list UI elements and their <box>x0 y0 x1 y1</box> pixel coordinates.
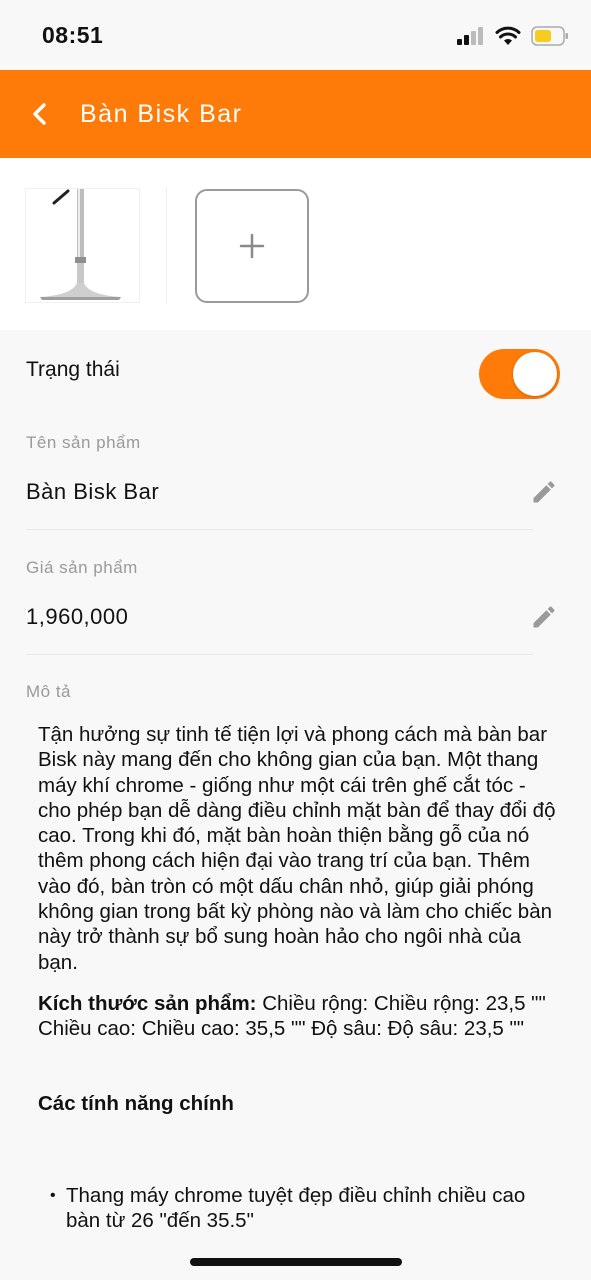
features-heading: Các tính năng chính <box>38 1092 234 1115</box>
battery-icon <box>531 26 568 46</box>
app-header: Bàn Bisk Bar <box>0 70 591 158</box>
dimensions-label: Kích thước sản phẩm: <box>38 991 257 1015</box>
back-button[interactable] <box>0 70 80 158</box>
price-field-label: Giá sản phẩm <box>26 558 138 577</box>
bullet: • <box>50 1187 56 1204</box>
description-paragraph: Tận hưởng sự tinh tế tiện lợi và phong c… <box>38 723 556 974</box>
wifi-icon <box>495 26 521 45</box>
status-icons <box>457 24 569 48</box>
list-item: • Thang máy chrome tuyệt đẹp điều chỉnh … <box>50 1183 560 1227</box>
status-toggle[interactable] <box>479 349 560 399</box>
product-dimensions: Kích thước sản phẩm: Chiều rộng: Chiều r… <box>38 991 558 1042</box>
product-thumbnail[interactable] <box>25 188 140 303</box>
price-field-value[interactable]: 1,960,000 <box>26 604 128 630</box>
toggle-knob <box>513 352 557 396</box>
status-row: Trạng thái <box>0 330 591 414</box>
edit-price-icon[interactable] <box>530 603 558 631</box>
bar-stool-image <box>40 189 121 300</box>
status-bar: 08:51 <box>0 0 591 70</box>
add-photo-button[interactable] <box>195 189 309 303</box>
name-field-value[interactable]: Bàn Bisk Bar <box>26 479 159 505</box>
name-field-label: Tên sản phẩm <box>26 433 141 452</box>
chevron-left-icon <box>33 103 46 125</box>
status-time: 08:51 <box>42 22 104 48</box>
edit-name-icon[interactable] <box>530 478 558 506</box>
description-body: Tận hưởng sự tinh tế tiện lợi và phong c… <box>38 722 558 1042</box>
home-indicator[interactable] <box>190 1258 402 1266</box>
price-divider <box>26 654 533 655</box>
description-label: Mô tả <box>26 682 72 701</box>
plus-icon <box>239 233 265 259</box>
status-label: Trạng thái <box>26 358 120 381</box>
name-divider <box>26 529 533 530</box>
product-images <box>0 158 591 330</box>
feature-text: Thang máy chrome tuyệt đẹp điều chỉnh ch… <box>66 1184 526 1227</box>
feature-list: • Thang máy chrome tuyệt đẹp điều chỉnh … <box>50 1183 560 1227</box>
cellular-signal-icon <box>457 27 483 45</box>
image-divider <box>166 188 167 303</box>
page-title: Bàn Bisk Bar <box>80 99 243 128</box>
